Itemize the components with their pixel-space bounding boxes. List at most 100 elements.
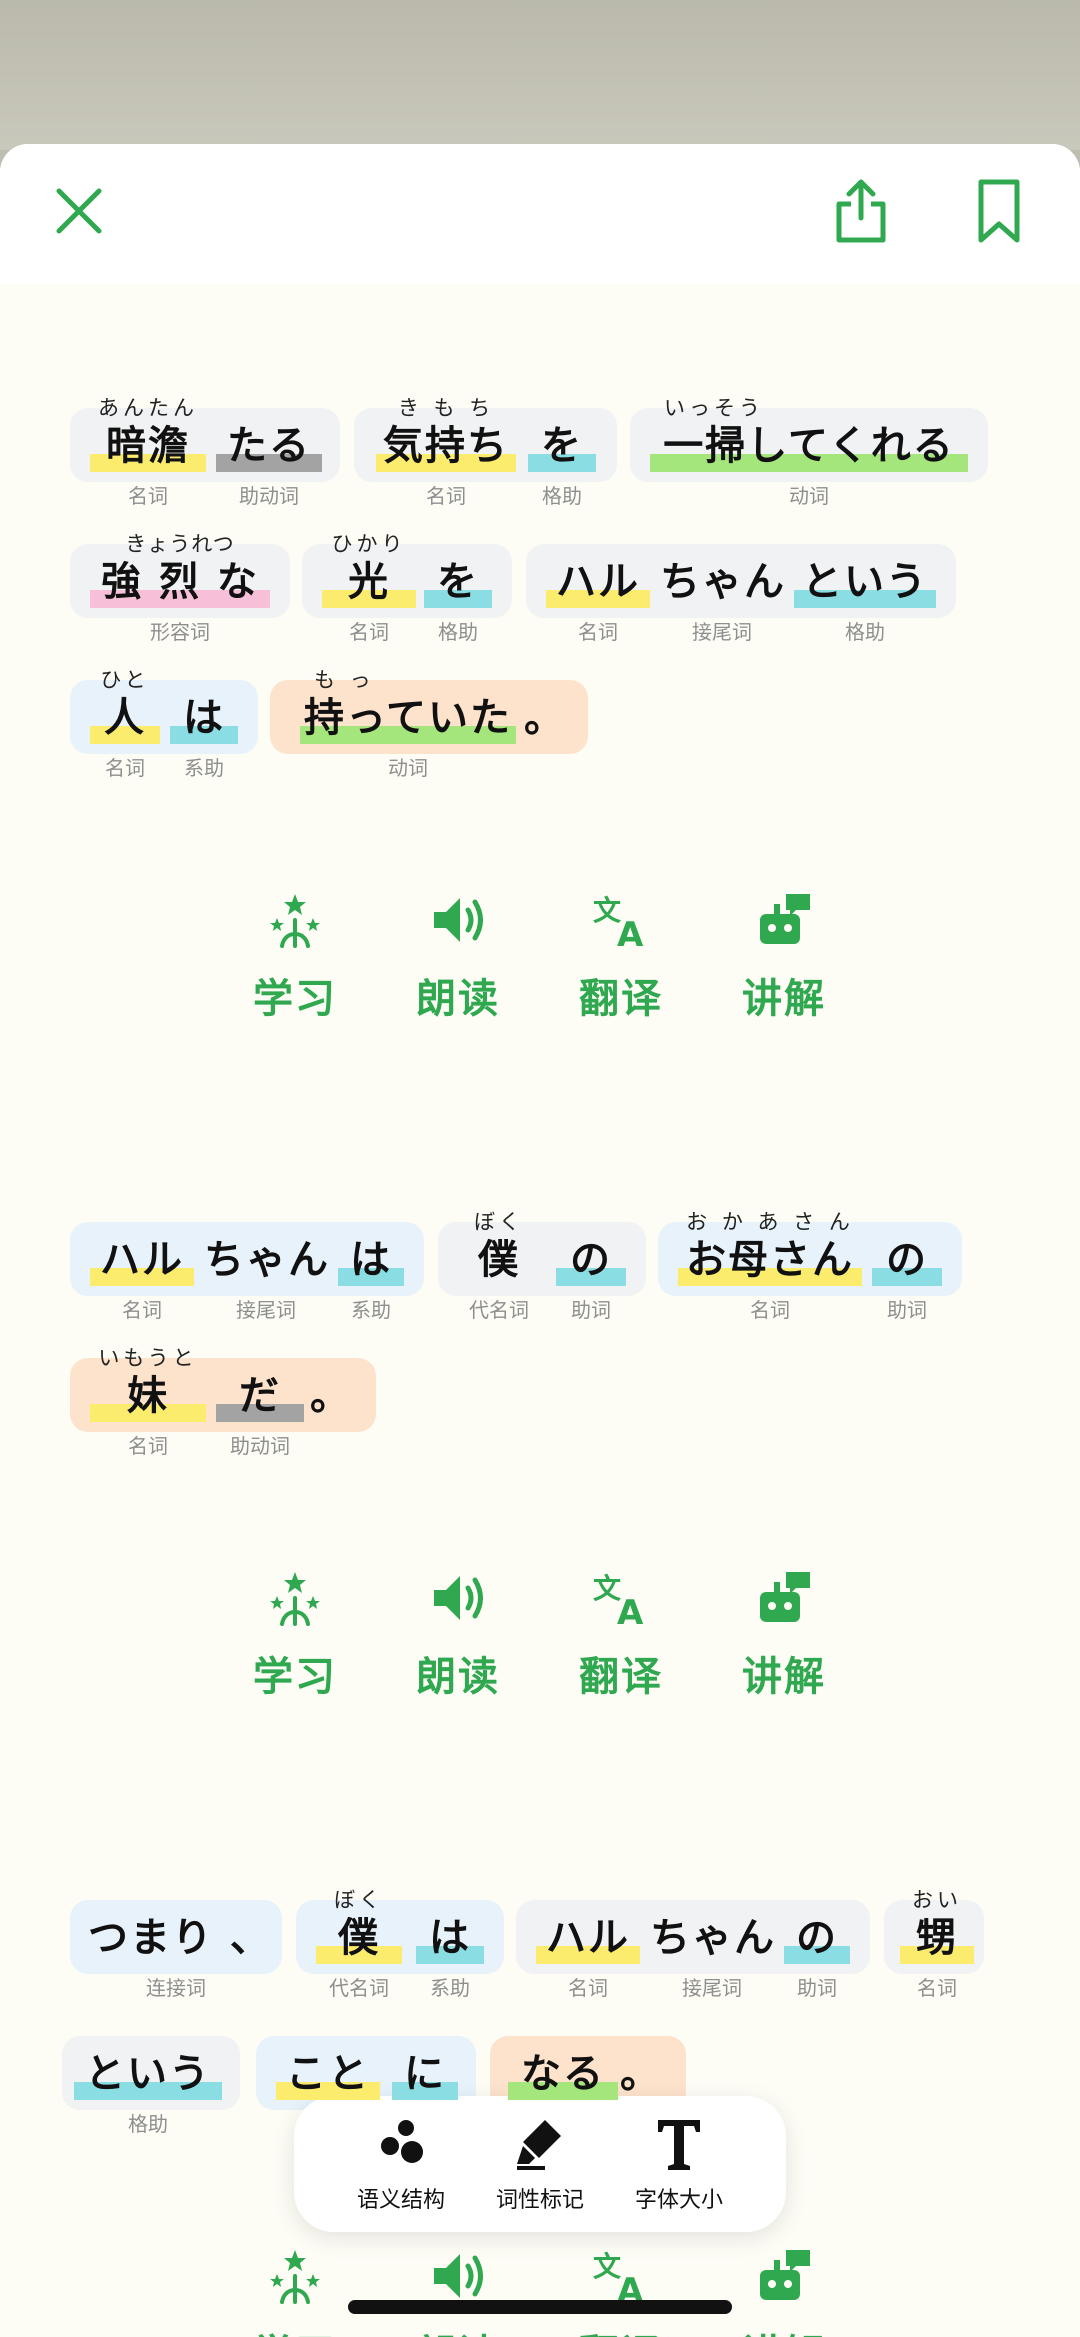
token-word: こと	[286, 2051, 370, 2097]
token[interactable]: の 助词	[872, 1206, 942, 1346]
pos-label: 形容词	[150, 620, 210, 644]
token[interactable]: ひと 人 名词	[90, 664, 160, 804]
pos-marking-button[interactable]: 词性标记	[475, 2116, 605, 2216]
read-aloud-button[interactable]: 朗读	[393, 2246, 523, 2337]
learn-button[interactable]: 学习	[230, 890, 360, 1040]
token[interactable]: も っ 持っていた 动词	[300, 664, 516, 804]
token[interactable]: だ 助动词	[216, 1342, 304, 1482]
token-word: 強 烈 な	[101, 559, 259, 605]
furigana: あんたん	[98, 396, 198, 420]
token[interactable]: ハル 名词	[90, 1206, 194, 1346]
furigana: も っ	[314, 668, 375, 692]
token[interactable]: お か あ さ ん お母さん 名词	[678, 1206, 862, 1346]
token-word: ハル	[556, 559, 640, 605]
furigana: ぼく	[334, 1888, 384, 1912]
token[interactable]: は 系助	[170, 664, 238, 804]
token-word: お母さん	[686, 1237, 854, 1283]
explain-button[interactable]: 讲解	[719, 2246, 849, 2337]
structure-dots-icon	[381, 2120, 423, 2163]
token[interactable]: の 助词	[784, 1884, 850, 2024]
token[interactable]: という 格助	[794, 528, 936, 668]
token-word: 一掃してくれる	[663, 423, 955, 469]
robot-chat-icon	[760, 1572, 810, 1622]
token[interactable]: の 助词	[556, 1206, 626, 1346]
token[interactable]: ぼく 僕 代名词	[458, 1206, 540, 1346]
learn-label: 学习	[253, 976, 337, 1022]
learn-button[interactable]: 学习	[230, 1568, 360, 1718]
pos-marking-label: 词性标记	[495, 2188, 584, 2213]
token[interactable]: は 系助	[338, 1206, 404, 1346]
furigana: ぼく	[474, 1210, 524, 1234]
share-icon	[836, 179, 886, 243]
token[interactable]: ちゃん 接尾词	[204, 1206, 328, 1346]
token-word: ちゃん	[660, 559, 786, 605]
token[interactable]: ハル 名词	[536, 1884, 640, 2024]
share-button[interactable]	[826, 176, 896, 246]
close-button[interactable]	[44, 176, 114, 246]
pos-label: 助词	[797, 1976, 837, 2000]
furigana	[872, 1206, 942, 1232]
token-word: ハル	[100, 1237, 184, 1283]
furigana	[536, 1884, 640, 1910]
sentence-punctuation: 。	[524, 695, 564, 741]
token[interactable]: あんたん 暗澹 名词	[90, 392, 206, 532]
font-size-button[interactable]: 字体大小	[614, 2116, 744, 2216]
svg-text:A: A	[617, 1593, 644, 1628]
furigana	[660, 528, 784, 554]
token[interactable]: を 格助	[528, 392, 596, 532]
robot-chat-icon	[760, 2250, 810, 2300]
furigana: ひかり	[331, 532, 407, 556]
sentence-actions: 学习 朗读 文 A 翻译	[0, 1568, 1080, 1718]
semantic-structure-button[interactable]: 语义结构	[336, 2116, 466, 2216]
translate-button[interactable]: 文 A 翻译	[556, 2246, 686, 2337]
read-aloud-button[interactable]: 朗读	[393, 1568, 523, 1718]
token[interactable]: つまり 、 连接词	[88, 1884, 270, 2024]
token-word: 気持ち	[383, 423, 509, 469]
explain-button[interactable]: 讲解	[719, 890, 849, 1040]
read-aloud-label: 朗读	[393, 2322, 523, 2337]
read-aloud-label: 朗读	[416, 976, 500, 1022]
token[interactable]: は 系助	[416, 1884, 484, 2024]
token[interactable]: ハル 名词	[546, 528, 650, 668]
bookmark-button[interactable]	[964, 176, 1034, 246]
backdrop	[0, 0, 1080, 150]
translate-button[interactable]: 文 A 翻译	[556, 890, 686, 1040]
token-word: 暗澹	[106, 423, 190, 469]
token[interactable]: いっそう 一掃してくれる 动词	[650, 392, 968, 532]
pos-label: 助动词	[230, 1434, 290, 1458]
token[interactable]: という 格助	[74, 2020, 222, 2160]
furigana	[784, 1884, 850, 1910]
token[interactable]: き も ち 気持ち 名词	[376, 392, 516, 532]
furigana	[392, 2020, 458, 2046]
translate-button[interactable]: 文 A 翻译	[556, 1568, 686, 1718]
translate-icon: 文 A	[593, 2250, 644, 2306]
sentence-actions: 学习 朗读 文 A 翻译	[0, 2246, 1080, 2337]
read-aloud-button[interactable]: 朗读	[393, 890, 523, 1040]
token-word: という	[85, 2051, 211, 2097]
sentence-sheet: あんたん 暗澹 名词 たる 助动词 き も ち 気持ち 名词 を 格助 いっそう…	[0, 144, 1080, 2337]
speaker-icon	[434, 2254, 483, 2298]
speaker-icon	[434, 898, 483, 942]
furigana	[74, 2020, 222, 2046]
furigana	[416, 1884, 484, 1910]
token[interactable]: きょうれつ 強 烈 な 形容词	[90, 528, 270, 668]
pos-label: 系助	[184, 756, 224, 780]
token[interactable]: ちゃん 接尾词	[660, 528, 784, 668]
token[interactable]: を 格助	[424, 528, 492, 668]
token[interactable]: いもうと 妹 名词	[90, 1342, 206, 1482]
token[interactable]: ひかり 光 名词	[322, 528, 416, 668]
token[interactable]: たる 助动词	[216, 392, 322, 532]
close-icon	[56, 188, 102, 234]
token[interactable]: おい 甥 名词	[900, 1884, 974, 2024]
token-word: を	[541, 423, 583, 469]
learn-button[interactable]: 学习	[230, 2246, 360, 2337]
explain-button[interactable]: 讲解	[719, 1568, 849, 1718]
token-word: 光	[348, 559, 390, 605]
furigana	[508, 2020, 618, 2046]
token[interactable]: ちゃん 接尾词	[650, 1884, 774, 2024]
translate-label: 翻译	[556, 2322, 686, 2337]
furigana	[338, 1206, 404, 1232]
highlighter-icon	[517, 2120, 561, 2170]
token[interactable]: ぼく 僕 代名词	[316, 1884, 402, 2024]
pos-label: 助动词	[239, 484, 299, 508]
